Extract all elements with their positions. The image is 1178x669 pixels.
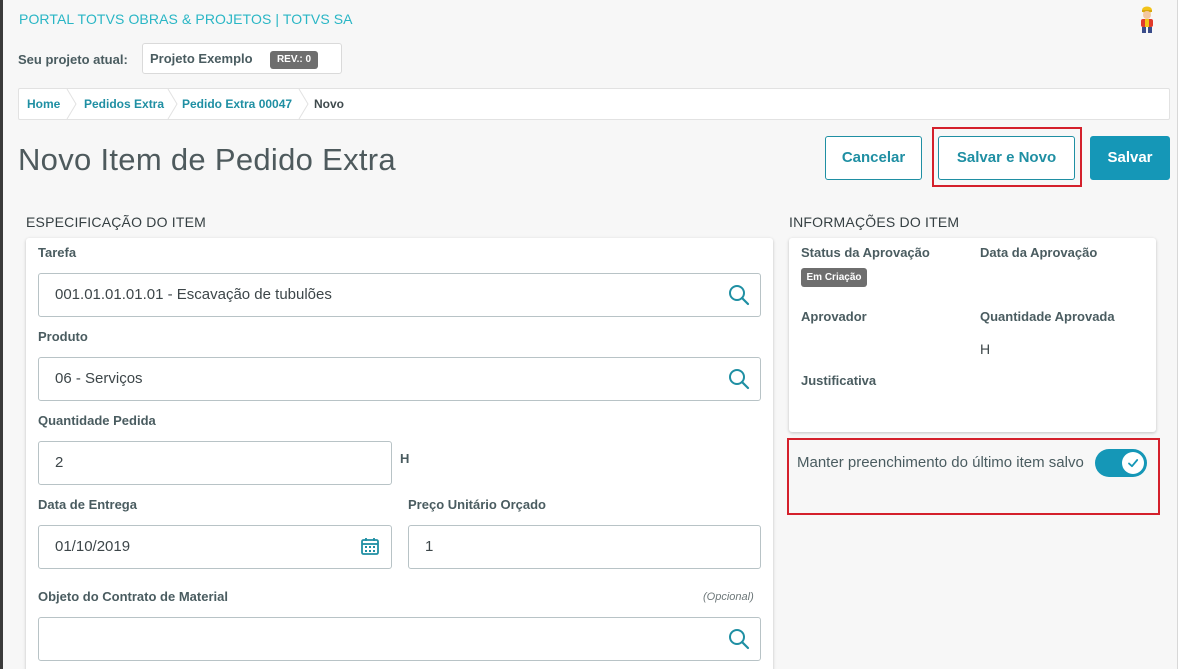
quantidade-aprovada-unit: H [980, 341, 991, 357]
data-entrega-label: Data de Entrega [38, 497, 137, 512]
project-label: Seu projeto atual: [18, 52, 128, 67]
quantidade-unit: H [400, 451, 410, 466]
quantidade-input[interactable]: 2 [38, 441, 392, 485]
data-entrega-input[interactable]: 01/10/2019 [38, 525, 392, 569]
produto-input[interactable]: 06 - Serviços [38, 357, 761, 401]
breadcrumb-current: Novo [314, 97, 344, 111]
save-and-new-button[interactable]: Salvar e Novo [938, 136, 1075, 180]
search-icon[interactable] [728, 284, 750, 306]
save-button[interactable]: Salvar [1090, 136, 1170, 180]
data-aprovacao-label: Data da Aprovação [980, 245, 1098, 260]
info-section-title: INFORMAÇÕES DO ITEM [789, 214, 960, 230]
project-name: Projeto Exemplo [150, 51, 253, 66]
preco-input[interactable]: 1 [408, 525, 761, 569]
cancel-button[interactable]: Cancelar [825, 136, 922, 180]
objeto-input[interactable] [38, 617, 761, 661]
check-icon [1128, 459, 1139, 468]
breadcrumb-home[interactable]: Home [27, 97, 60, 111]
breadcrumb-separator-icon [167, 89, 178, 119]
objeto-label: Objeto do Contrato de Material [38, 589, 228, 604]
status-label: Status da Aprovação [801, 245, 930, 260]
status-badge: Em Criação [801, 268, 867, 287]
tarefa-input[interactable]: 001.01.01.01.01 - Escavação de tubulões [38, 273, 761, 317]
breadcrumb-separator-icon [66, 89, 77, 119]
portal-title: PORTAL TOTVS OBRAS & PROJETOS | TOTVS SA [19, 11, 353, 27]
search-icon[interactable] [728, 628, 750, 650]
search-icon[interactable] [728, 368, 750, 390]
breadcrumb-pedido-extra-00047[interactable]: Pedido Extra 00047 [182, 97, 292, 111]
user-avatar-icon[interactable] [1137, 6, 1157, 34]
breadcrumb-pedidos-extra[interactable]: Pedidos Extra [84, 97, 164, 111]
quantidade-label: Quantidade Pedida [38, 413, 156, 428]
preco-label: Preço Unitário Orçado [408, 497, 546, 512]
quantidade-aprovada-label: Quantidade Aprovada [980, 309, 1115, 324]
produto-label: Produto [38, 329, 88, 344]
keep-fill-label: Manter preenchimento do último item salv… [797, 454, 1084, 471]
tarefa-label: Tarefa [38, 245, 77, 260]
spec-section-title: ESPECIFICAÇÃO DO ITEM [26, 214, 206, 230]
breadcrumb-separator-icon [298, 89, 309, 119]
justificativa-label: Justificativa [801, 373, 877, 388]
calendar-icon[interactable] [360, 536, 380, 556]
aprovador-label: Aprovador [801, 309, 867, 324]
page-title: Novo Item de Pedido Extra [18, 142, 396, 177]
revision-badge: REV.: 0 [270, 51, 318, 69]
optional-hint: (Opcional) [703, 591, 754, 603]
